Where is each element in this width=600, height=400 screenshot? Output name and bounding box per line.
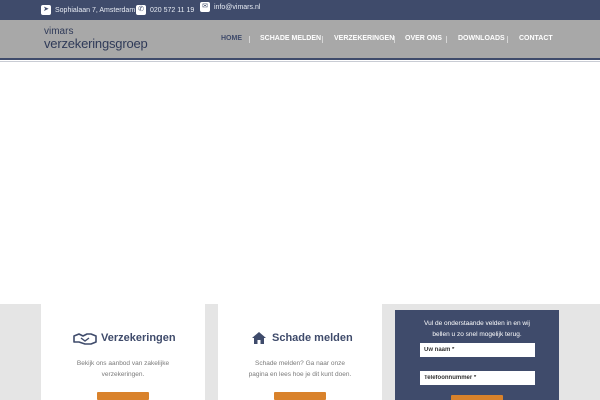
address-item: ➤ Sophialaan 7, Amsterdam xyxy=(41,5,135,15)
card-title: Verzekeringen xyxy=(101,332,176,344)
nav-separator xyxy=(322,36,323,43)
phone-input[interactable] xyxy=(420,371,535,385)
handshake-icon xyxy=(73,333,97,345)
logo-line2: verzekeringsgroep xyxy=(44,36,148,51)
house-icon xyxy=(252,332,266,344)
submit-button[interactable] xyxy=(451,395,503,400)
nav-item-contact[interactable]: CONTACT xyxy=(519,35,553,42)
card-text-line1: Bekijk ons aanbod van zakelijke xyxy=(76,360,170,367)
nav-item-downloads[interactable]: DOWNLOADS xyxy=(458,35,505,42)
nav-separator xyxy=(394,36,395,43)
read-more-button[interactable] xyxy=(97,392,149,400)
nav-item-over-ons[interactable]: OVER ONS xyxy=(405,35,442,42)
email-text[interactable]: info@vimars.nl xyxy=(214,4,260,11)
card-title: Schade melden xyxy=(272,332,353,344)
form-intro-line2: bellen u zo snel mogelijk terug. xyxy=(432,331,522,338)
nav-item-home[interactable]: HOME xyxy=(221,35,242,42)
address-text: Sophialaan 7, Amsterdam xyxy=(55,6,136,14)
card-text-line2: verzekeringen. xyxy=(101,371,145,378)
read-more-button[interactable] xyxy=(274,392,326,400)
mail-icon: ✉ xyxy=(200,2,210,12)
card-text-line1: Schade melden? Ga naar onze xyxy=(255,360,345,367)
card-verzekeringen: Verzekeringen Bekijk ons aanbod van zake… xyxy=(41,304,205,400)
nav-separator xyxy=(249,36,250,43)
nav-item-schade-melden[interactable]: SCHADE MELDEN xyxy=(260,35,321,42)
top-contact-bar: ➤ Sophialaan 7, Amsterdam ✆ 020 572 11 1… xyxy=(0,0,600,20)
navbar-border xyxy=(0,58,600,60)
callback-form: Vul de onderstaande velden in en wij bel… xyxy=(395,310,559,400)
email-item[interactable]: ✉ info@vimars.nl xyxy=(200,2,260,12)
site-logo[interactable]: vimars verzekeringsgroep xyxy=(44,27,148,51)
phone-text[interactable]: 020 572 11 19 xyxy=(150,7,194,14)
hero-area xyxy=(0,62,600,304)
location-arrow-icon: ➤ xyxy=(41,5,51,15)
nav-separator xyxy=(507,36,508,43)
nav-separator xyxy=(446,36,447,43)
phone-icon: ✆ xyxy=(136,5,146,15)
name-input[interactable] xyxy=(420,343,535,357)
card-schade-melden: Schade melden Schade melden? Ga naar onz… xyxy=(218,304,382,400)
nav-item-verzekeringen[interactable]: VERZEKERINGEN xyxy=(334,35,394,42)
phone-item[interactable]: ✆ 020 572 11 19 xyxy=(136,5,194,15)
form-intro-line1: Vul de onderstaande velden in en wij xyxy=(424,320,530,327)
card-text-line2: pagina en lees hoe je dit kunt doen. xyxy=(248,371,352,378)
